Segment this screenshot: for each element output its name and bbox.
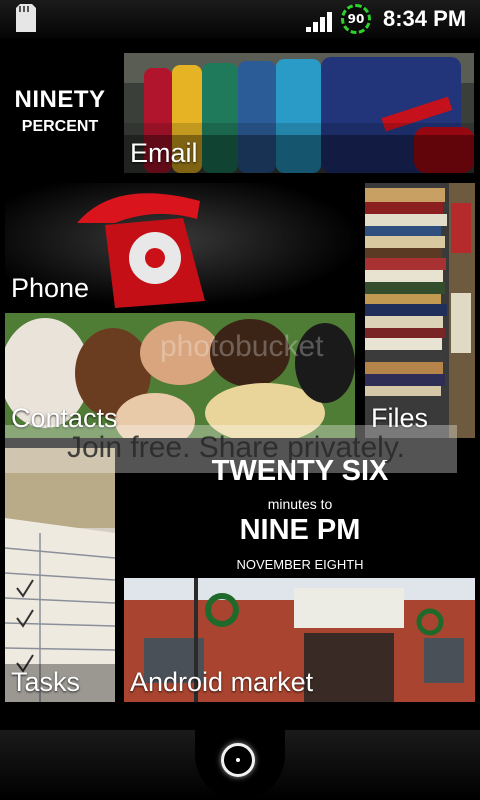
tile-phone[interactable]: Phone — [5, 183, 360, 308]
watermark-tagline: Join free. Share privately. — [67, 431, 405, 464]
watermark-brand: photobucket — [160, 330, 324, 363]
tile-tasks-label: Tasks — [11, 667, 81, 697]
tile-android-market-label: Android market — [130, 667, 314, 697]
battery-widget-line2: PERCENT — [21, 118, 99, 135]
books-image — [365, 183, 475, 438]
tile-phone-label: Phone — [11, 273, 90, 303]
status-time: 8:34 PM — [383, 6, 467, 31]
status-bar: 90 8:34 PM — [0, 0, 480, 38]
tile-android-market[interactable]: Android market — [124, 578, 475, 702]
battery-icon: 90 — [341, 4, 371, 34]
battery-widget[interactable]: NINETY PERCENT — [0, 86, 120, 136]
signal-icon — [306, 12, 332, 32]
clock-widget-line2: minutes to — [267, 496, 333, 512]
battery-level: 90 — [347, 12, 365, 26]
clock-widget-line3: NINE PM — [239, 514, 361, 546]
tile-tasks[interactable]: Tasks — [5, 448, 115, 702]
sd-card-icon — [16, 4, 36, 32]
tile-files[interactable]: Files — [365, 183, 475, 438]
clock-widget-date: NOVEMBER EIGHTH — [236, 557, 364, 572]
home-dot — [236, 758, 240, 762]
tile-email-label: Email — [130, 138, 198, 168]
battery-widget-line1: NINETY — [14, 86, 106, 113]
home-ring-icon[interactable] — [221, 743, 255, 777]
tile-email[interactable]: Email — [124, 53, 474, 173]
